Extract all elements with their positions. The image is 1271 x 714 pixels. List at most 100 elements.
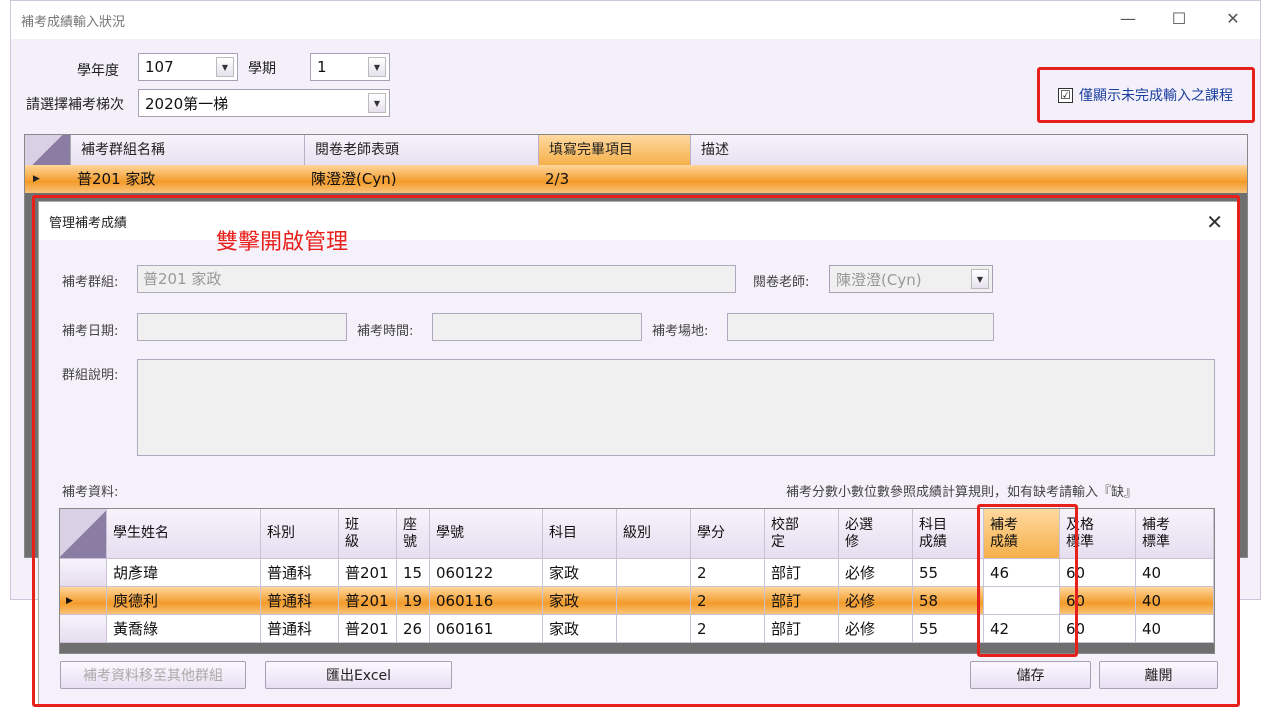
grid-corner[interactable] xyxy=(60,509,107,559)
cell-sid[interactable]: 060122 xyxy=(430,559,543,587)
outer-titlebar: 補考成績輸入狀況 xyxy=(11,1,1260,39)
col-credit[interactable]: 學分 xyxy=(691,509,765,559)
year-label: 學年度 xyxy=(77,63,119,79)
desc-label: 群組說明: xyxy=(62,368,119,383)
cell-type[interactable]: 部訂 xyxy=(765,615,839,643)
col-level[interactable]: 級別 xyxy=(617,509,691,559)
col-desc[interactable]: 描述 xyxy=(691,135,1247,165)
year-value: 107 xyxy=(145,58,174,76)
col-teacher[interactable]: 閱卷老師表頭 xyxy=(305,135,539,165)
year-select[interactable]: 107 ▼ xyxy=(138,53,238,81)
row-indicator-icon[interactable]: ▶ xyxy=(60,587,107,615)
col-dept[interactable]: 科別 xyxy=(261,509,339,559)
col-name[interactable]: 學生姓名 xyxy=(107,509,261,559)
col-makeup-pass[interactable]: 補考 標準 xyxy=(1136,509,1214,559)
grader-select[interactable]: 陳澄澄(Cyn) ▼ xyxy=(829,265,993,293)
cell-class[interactable]: 普201 xyxy=(339,587,397,615)
cell-type[interactable]: 部訂 xyxy=(765,559,839,587)
cell-subject[interactable]: 家政 xyxy=(543,615,617,643)
row-desc xyxy=(691,165,1247,193)
cell-level[interactable] xyxy=(617,559,691,587)
chevron-down-icon[interactable]: ▼ xyxy=(216,57,234,77)
time-field[interactable] xyxy=(432,313,642,341)
annotation-text: 雙擊開啟管理 xyxy=(216,230,349,255)
desc-field[interactable] xyxy=(137,359,1215,456)
row-done: 2/3 xyxy=(545,170,570,188)
cell-class[interactable]: 普201 xyxy=(339,615,397,643)
cell-makeup-pass[interactable]: 40 xyxy=(1136,587,1214,615)
cell-seat[interactable]: 26 xyxy=(397,615,430,643)
cell-makeup-pass[interactable]: 40 xyxy=(1136,615,1214,643)
move-to-group-button[interactable]: 補考資料移至其他群組 xyxy=(60,661,246,689)
cell-sid[interactable]: 060161 xyxy=(430,615,543,643)
maximize-button[interactable]: ☐ xyxy=(1167,7,1191,31)
chevron-down-icon[interactable]: ▼ xyxy=(368,93,386,113)
date-field[interactable] xyxy=(137,313,347,341)
col-score[interactable]: 科目 成績 xyxy=(913,509,984,559)
chevron-down-icon[interactable]: ▼ xyxy=(368,57,386,77)
row-indicator-icon: ▶ xyxy=(33,174,40,184)
cell-sid[interactable]: 060116 xyxy=(430,587,543,615)
semester-label: 學期 xyxy=(248,61,276,77)
close-button[interactable]: ✕ xyxy=(1221,7,1245,31)
cell-level[interactable] xyxy=(617,615,691,643)
cell-seat[interactable]: 19 xyxy=(397,587,430,615)
cell-makeup-pass[interactable]: 40 xyxy=(1136,559,1214,587)
row-group: 普201 家政 xyxy=(77,170,156,188)
cell-name[interactable]: 胡彥瑋 xyxy=(107,559,261,587)
minimize-button[interactable]: — xyxy=(1116,7,1140,31)
time-label: 補考時間: xyxy=(357,324,414,339)
grader-value: 陳澄澄(Cyn) xyxy=(836,270,922,289)
chevron-down-icon[interactable]: ▼ xyxy=(971,269,989,289)
makeup-note: 補考分數小數位數參照成績計算規則，如有缺考請輸入『缺』 xyxy=(786,485,1138,500)
export-excel-button[interactable]: 匯出Excel xyxy=(265,661,452,689)
row-indicator[interactable] xyxy=(60,559,107,587)
col-done[interactable]: 填寫完畢項目 xyxy=(539,135,691,165)
col-sid[interactable]: 學號 xyxy=(430,509,543,559)
cell-dept[interactable]: 普通科 xyxy=(261,587,339,615)
group-label: 補考群組: xyxy=(62,275,119,290)
semester-value: 1 xyxy=(317,58,327,76)
cell-dept[interactable]: 普通科 xyxy=(261,615,339,643)
cell-score[interactable]: 55 xyxy=(913,615,984,643)
col-group-name[interactable]: 補考群組名稱 xyxy=(71,135,305,165)
save-button[interactable]: 儲存 xyxy=(970,661,1091,689)
cell-name[interactable]: 庾德利 xyxy=(107,587,261,615)
table-row[interactable]: ▶ 普201 家政 陳澄澄(Cyn) 2/3 xyxy=(25,165,1247,193)
col-seat[interactable]: 座 號 xyxy=(397,509,430,559)
cell-score[interactable]: 58 xyxy=(913,587,984,615)
row-teacher: 陳澄澄(Cyn) xyxy=(311,170,397,188)
cell-type[interactable]: 部訂 xyxy=(765,587,839,615)
only-incomplete-highlight: ☑ 僅顯示未完成輸入之課程 xyxy=(1037,67,1255,123)
group-field[interactable]: 普201 家政 xyxy=(137,265,736,293)
cell-req[interactable]: 必修 xyxy=(839,615,913,643)
cell-credit[interactable]: 2 xyxy=(691,615,765,643)
col-type[interactable]: 校部 定 xyxy=(765,509,839,559)
cell-req[interactable]: 必修 xyxy=(839,559,913,587)
cell-score[interactable]: 55 xyxy=(913,559,984,587)
only-incomplete-checkbox[interactable]: ☑ xyxy=(1058,87,1073,103)
col-req[interactable]: 必選 修 xyxy=(839,509,913,559)
grid-corner[interactable] xyxy=(25,135,71,165)
cell-credit[interactable]: 2 xyxy=(691,559,765,587)
place-label: 補考場地: xyxy=(652,324,709,339)
place-field[interactable] xyxy=(727,313,994,341)
cell-req[interactable]: 必修 xyxy=(839,587,913,615)
cell-name[interactable]: 黃喬綠 xyxy=(107,615,261,643)
cell-credit[interactable]: 2 xyxy=(691,587,765,615)
row-indicator[interactable] xyxy=(60,615,107,643)
col-subject[interactable]: 科目 xyxy=(543,509,617,559)
data-label: 補考資料: xyxy=(62,485,119,500)
only-incomplete-label[interactable]: 僅顯示未完成輸入之課程 xyxy=(1079,85,1233,105)
cell-dept[interactable]: 普通科 xyxy=(261,559,339,587)
semester-select[interactable]: 1 ▼ xyxy=(310,53,390,81)
cell-level[interactable] xyxy=(617,587,691,615)
cell-class[interactable]: 普201 xyxy=(339,559,397,587)
cell-subject[interactable]: 家政 xyxy=(543,587,617,615)
cell-seat[interactable]: 15 xyxy=(397,559,430,587)
col-class[interactable]: 班 級 xyxy=(339,509,397,559)
batch-select[interactable]: 2020第一梯 ▼ xyxy=(138,89,390,117)
batch-value: 2020第一梯 xyxy=(145,94,229,113)
leave-button[interactable]: 離開 xyxy=(1099,661,1218,689)
cell-subject[interactable]: 家政 xyxy=(543,559,617,587)
